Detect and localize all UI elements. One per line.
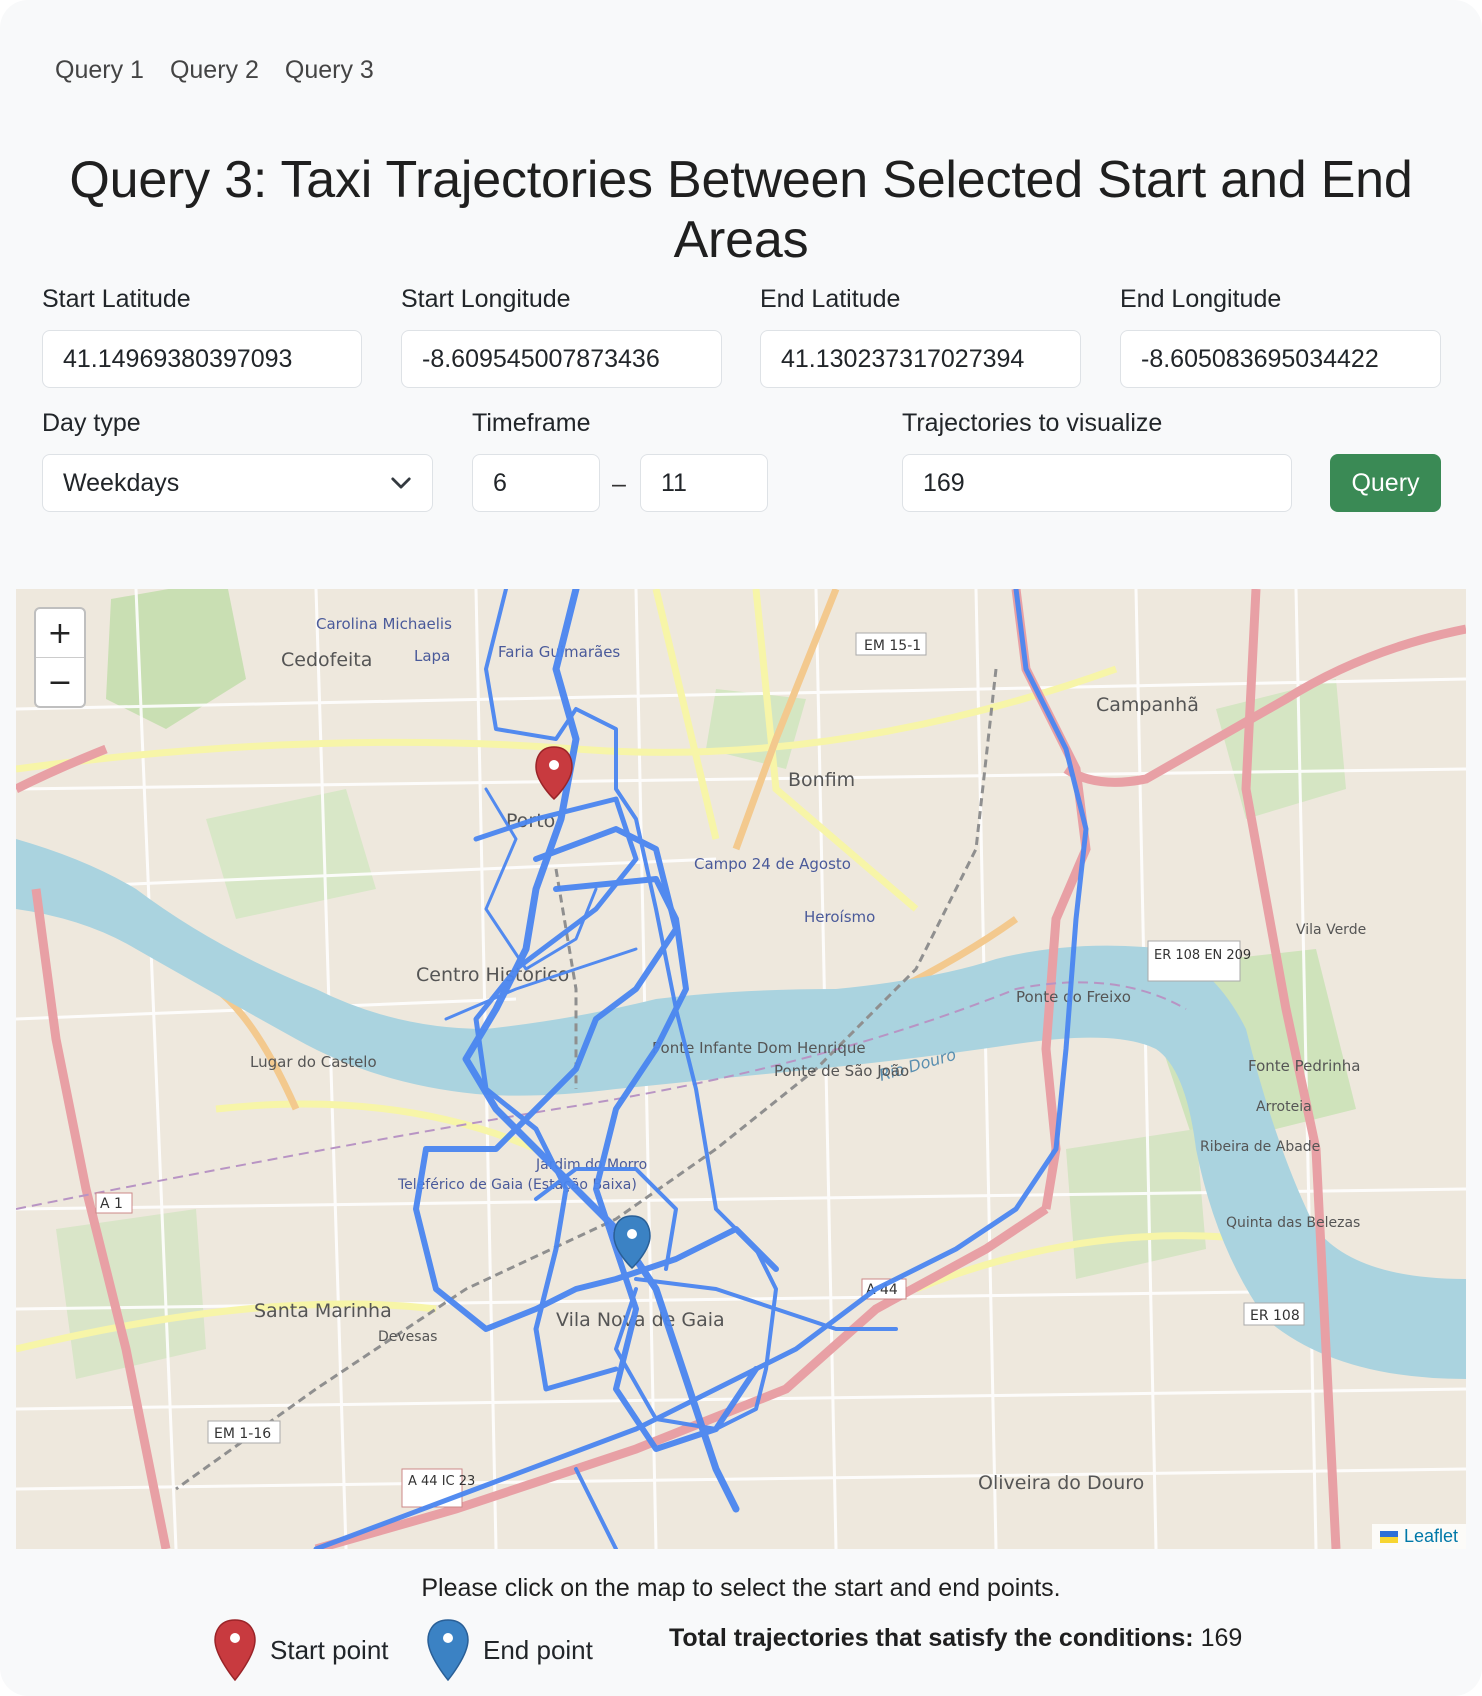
shield-em15: EM 15-1 (864, 638, 921, 654)
label-lapa: Lapa (414, 647, 450, 665)
legend-end: End point (427, 1618, 593, 1682)
end-lon-label: End Longitude (1120, 285, 1282, 313)
label-lugar: Lugar do Castelo (250, 1053, 377, 1071)
top-nav: Query 1 Query 2 Query 3 (55, 56, 374, 85)
label-cedofeita: Cedofeita (281, 649, 372, 671)
map-attribution: Leaflet (1371, 1524, 1466, 1549)
label-heroismo: Heroísmo (804, 908, 875, 926)
total-label: Total trajectories that satisfy the cond… (669, 1624, 1194, 1652)
leaflet-link[interactable]: Leaflet (1404, 1526, 1458, 1547)
label-bonfim: Bonfim (788, 769, 855, 791)
shield-a1: A 1 (100, 1196, 123, 1212)
label-vila-verde: Vila Verde (1296, 922, 1366, 938)
blue-marker-icon (427, 1619, 469, 1682)
shield-er108a: ER 108 EN 209 (1154, 948, 1251, 963)
shield-a44b: A 44 IC 23 (408, 1474, 475, 1489)
day-type-label: Day type (42, 409, 141, 437)
timeframe-label: Timeframe (472, 409, 591, 437)
chevron-down-icon (391, 477, 411, 489)
map[interactable]: Cedofeita Carolina Michaelis Lapa Faria … (16, 589, 1466, 1549)
label-fonte: Fonte Pedrinha (1248, 1057, 1360, 1075)
label-gaia: Vila Nova de Gaia (556, 1309, 725, 1331)
zoom-in-button[interactable]: + (36, 609, 84, 657)
label-quinta: Quinta das Belezas (1226, 1215, 1360, 1231)
start-lat-input[interactable] (42, 330, 362, 388)
label-oliveira: Oliveira do Douro (978, 1472, 1144, 1494)
page: Query 1 Query 2 Query 3 Query 3: Taxi Tr… (0, 0, 1482, 1696)
shield-em116: EM 1-16 (214, 1426, 271, 1442)
legend-start-label: Start point (270, 1634, 389, 1665)
timeframe-to-input[interactable] (640, 454, 768, 512)
label-centro: Centro Histórico (416, 964, 569, 986)
legend-start: Start point (214, 1618, 389, 1682)
total-value: 169 (1200, 1624, 1243, 1652)
end-lat-label: End Latitude (760, 285, 901, 313)
query-button[interactable]: Query (1330, 454, 1441, 512)
label-ponte-freixo: Ponte do Freixo (1016, 988, 1131, 1006)
map-tiles: Cedofeita Carolina Michaelis Lapa Faria … (16, 589, 1466, 1549)
label-ribeira: Ribeira de Abade (1200, 1139, 1320, 1155)
label-campanha: Campanhã (1096, 694, 1199, 716)
start-lat-label: Start Latitude (42, 285, 191, 313)
trajectories-label: Trajectories to visualize (902, 409, 1163, 437)
page-title: Query 3: Taxi Trajectories Between Selec… (69, 151, 1413, 269)
nav-query-3[interactable]: Query 3 (285, 56, 374, 85)
red-marker-icon (214, 1619, 256, 1682)
zoom-out-button[interactable]: − (36, 657, 84, 706)
start-lon-label: Start Longitude (401, 285, 571, 313)
total-trajectories: Total trajectories that satisfy the cond… (669, 1624, 1242, 1653)
shield-er108b: ER 108 (1250, 1308, 1300, 1324)
end-lon-input[interactable] (1120, 330, 1441, 388)
nav-query-1[interactable]: Query 1 (55, 56, 144, 85)
nav-query-2[interactable]: Query 2 (170, 56, 259, 85)
timeframe-separator: – (612, 470, 626, 498)
start-lon-input[interactable] (401, 330, 722, 388)
flag-icon (1379, 1530, 1398, 1543)
end-lat-input[interactable] (760, 330, 1081, 388)
day-type-value: Weekdays (63, 468, 180, 497)
trajectories-input[interactable] (902, 454, 1292, 512)
day-type-select[interactable]: Weekdays (42, 454, 433, 512)
label-carolina: Carolina Michaelis (316, 615, 452, 633)
label-devesas: Devesas (378, 1329, 437, 1345)
legend-end-label: End point (483, 1634, 593, 1665)
timeframe-from-input[interactable] (472, 454, 600, 512)
label-ponte-sao-joao: Ponte de São João (774, 1062, 909, 1080)
label-santa-marinha: Santa Marinha (254, 1300, 392, 1322)
zoom-control: + − (34, 607, 86, 708)
label-arroteia: Arroteia (1256, 1099, 1312, 1115)
label-campo: Campo 24 de Agosto (694, 855, 851, 873)
map-hint: Please click on the map to select the st… (421, 1574, 1061, 1602)
